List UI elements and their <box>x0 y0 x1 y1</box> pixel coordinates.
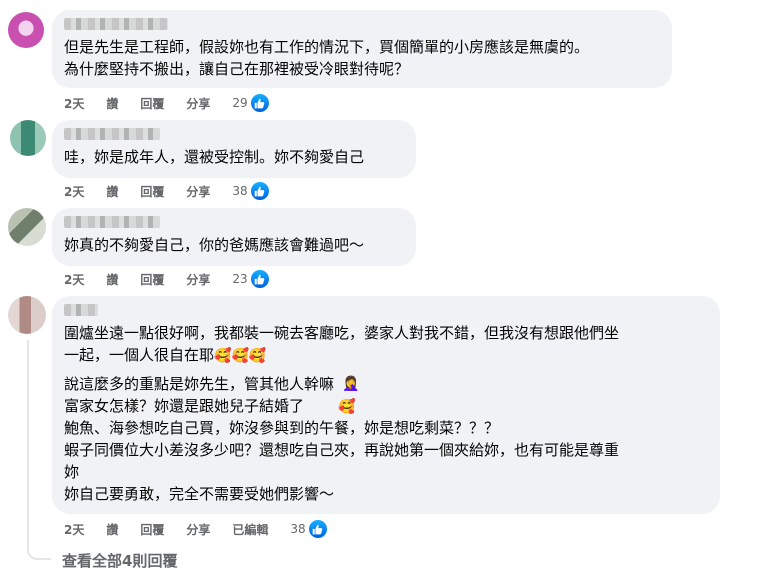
timestamp[interactable]: 2天 <box>64 95 84 112</box>
comment-text: 圍爐坐遠一點很好啊，我都裝一碗去客廳吃，婆家人對我不錯，但我沒有想跟他們坐 一起… <box>64 324 620 364</box>
reply-thread-line <box>27 340 51 560</box>
comment-actions: 2天 讚 回覆 分享 已編輯 38 <box>64 519 328 539</box>
thumbs-up-icon[interactable] <box>249 269 270 289</box>
smiling-face-with-hearts-icon: 🥰🥰🥰 <box>214 348 267 364</box>
like-button[interactable]: 讚 <box>106 271 118 288</box>
like-button[interactable]: 讚 <box>106 183 118 200</box>
timestamp[interactable]: 2天 <box>64 271 84 288</box>
reaction-count[interactable]: 38 <box>290 522 305 536</box>
comment-actions: 2天 讚 回覆 分享 23 <box>64 269 270 289</box>
thumbs-up-icon[interactable] <box>249 181 270 201</box>
comment-text: 哇，妳是成年人，還被受控制。妳不夠愛自己 <box>64 148 365 166</box>
comment-text: 妳真的不夠愛自己，你的爸媽應該會難過吧～ <box>64 236 365 254</box>
smiling-face-with-hearts-icon: 🥰 <box>338 399 356 415</box>
avatar[interactable] <box>10 120 46 156</box>
avatar[interactable] <box>8 12 44 48</box>
commenter-name-blurred[interactable] <box>64 304 98 316</box>
commenter-name-blurred[interactable] <box>64 216 160 228</box>
reaction-count[interactable]: 23 <box>232 272 247 286</box>
comment-text: 但是先生是工程師，假設妳也有工作的情況下，買個簡單的小房應該是無虞的。 為什麼堅… <box>64 38 590 78</box>
avatar[interactable] <box>8 208 46 246</box>
commenter-name-blurred[interactable] <box>64 18 168 30</box>
timestamp[interactable]: 2天 <box>64 521 84 538</box>
reaction-count[interactable]: 38 <box>232 184 247 198</box>
thumbs-up-icon[interactable] <box>249 93 270 113</box>
woman-facepalming-icon: 🤦‍♀️ <box>342 376 360 392</box>
comment-bubble: 哇，妳是成年人，還被受控制。妳不夠愛自己 <box>52 120 416 178</box>
avatar[interactable] <box>8 296 46 334</box>
commenter-name-blurred[interactable] <box>64 128 160 140</box>
reaction-count[interactable]: 29 <box>232 96 247 110</box>
share-button[interactable]: 分享 <box>186 271 210 288</box>
share-button[interactable]: 分享 <box>186 183 210 200</box>
reply-button[interactable]: 回覆 <box>140 95 164 112</box>
like-button[interactable]: 讚 <box>106 521 118 538</box>
view-all-replies-link[interactable]: 查看全部4則回覆 <box>62 550 177 571</box>
comment-text-continued: 說這麼多的重點是妳先生，管其他人幹嘛 富家女怎樣？妳還是跟她兒子結婚了 鮑魚、海… <box>64 375 620 503</box>
comment-bubble: 但是先生是工程師，假設妳也有工作的情況下，買個簡單的小房應該是無虞的。 為什麼堅… <box>52 10 672 88</box>
timestamp[interactable]: 2天 <box>64 183 84 200</box>
edited-label: 已編輯 <box>232 522 269 537</box>
share-button[interactable]: 分享 <box>186 521 210 538</box>
thumbs-up-icon[interactable] <box>307 519 328 539</box>
comment-bubble: 妳真的不夠愛自己，你的爸媽應該會難過吧～ <box>52 208 416 266</box>
reply-button[interactable]: 回覆 <box>140 521 164 538</box>
reply-button[interactable]: 回覆 <box>140 183 164 200</box>
comment-actions: 2天 讚 回覆 分享 38 <box>64 181 270 201</box>
comment-bubble: 圍爐坐遠一點很好啊，我都裝一碗去客廳吃，婆家人對我不錯，但我沒有想跟他們坐 一起… <box>52 296 720 514</box>
reply-button[interactable]: 回覆 <box>140 271 164 288</box>
like-button[interactable]: 讚 <box>106 95 118 112</box>
comment-actions: 2天 讚 回覆 分享 29 <box>64 93 270 113</box>
share-button[interactable]: 分享 <box>186 95 210 112</box>
